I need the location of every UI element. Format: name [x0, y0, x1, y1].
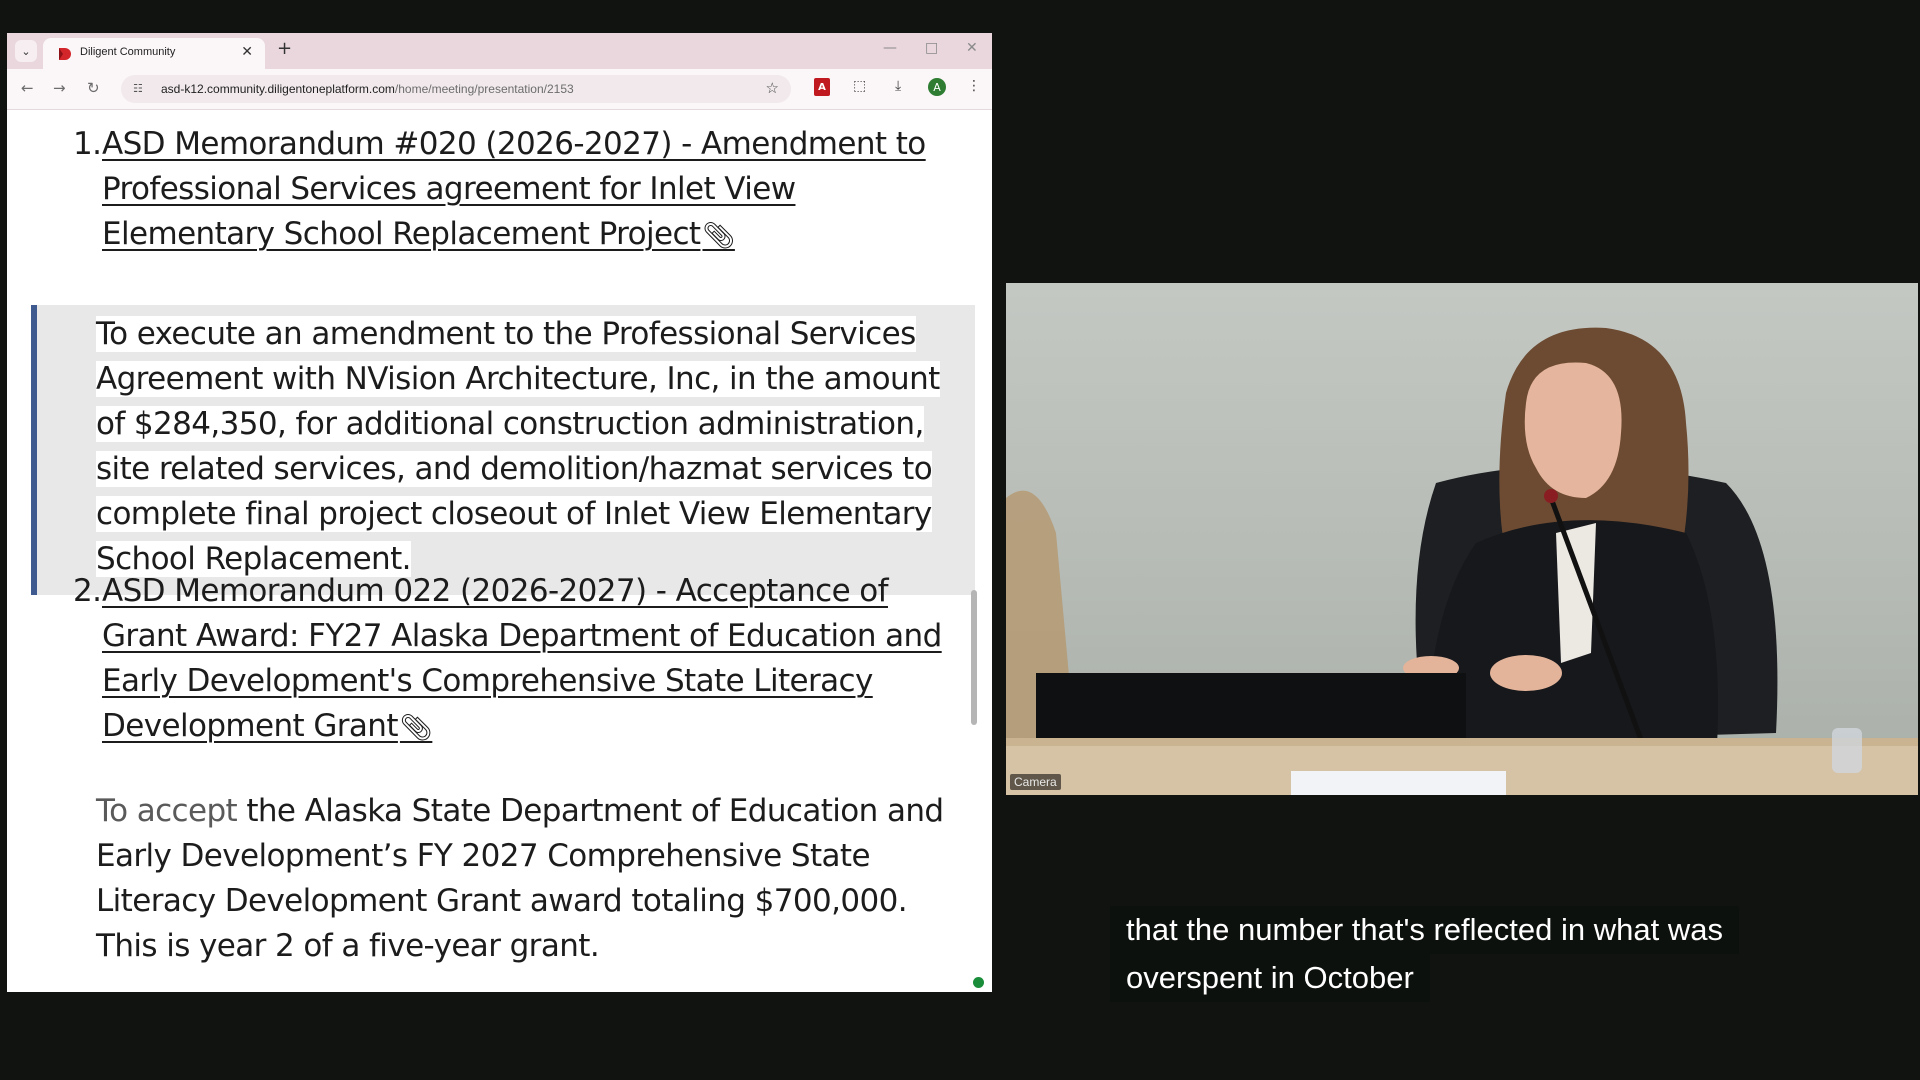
extensions-puzzle-icon[interactable]: ⬚ [853, 78, 866, 94]
connection-status-dot [973, 977, 984, 988]
diligent-logo-icon [59, 48, 71, 60]
forward-icon[interactable]: → [53, 79, 66, 97]
address-bar[interactable]: ☷ asd-k12.community.diligentoneplatform.… [121, 75, 791, 103]
live-caption: that the number that's reflected in what… [1110, 906, 1810, 1002]
agenda-document: 1. ASD Memorandum #020 (2026-2027) - Ame… [15, 122, 975, 992]
attachment-icon[interactable]: 📎︎ [400, 713, 433, 743]
browser-window: ⌄ Diligent Community ✕ + — □ ✕ ← → ↻ ☷ a… [7, 33, 992, 992]
window-close-icon[interactable]: ✕ [966, 40, 978, 56]
caption-line-1: that the number that's reflected in what… [1110, 906, 1739, 954]
reload-icon[interactable]: ↻ [87, 79, 100, 97]
item-2-title-link[interactable]: ASD Memorandum 022 (2026-2027) - Accepta… [102, 569, 952, 751]
browser-toolbar: ← → ↻ ☷ asd-k12.community.diligentonepla… [7, 69, 992, 110]
new-tab-icon[interactable]: + [277, 38, 292, 59]
speaker-video-frame [1006, 327, 1918, 795]
tab-close-icon[interactable]: ✕ [241, 44, 253, 60]
bookmark-star-icon[interactable]: ☆ [766, 79, 779, 97]
caption-line-2: overspent in October [1110, 954, 1430, 1002]
page-scrollbar[interactable] [971, 590, 977, 725]
item-1-title-link[interactable]: ASD Memorandum #020 (2026-2027) - Amendm… [102, 122, 952, 259]
item-2-description: To accept the Alaska State Department of… [96, 793, 944, 964]
tab-strip: ⌄ Diligent Community ✕ + — □ ✕ [7, 33, 992, 69]
profile-avatar[interactable]: A [928, 78, 946, 96]
pdf-extension-icon[interactable]: A [814, 78, 830, 96]
download-icon[interactable]: ⤓ [895, 78, 901, 94]
item-number: 2. [73, 573, 102, 609]
site-info-icon[interactable]: ☷ [133, 82, 143, 95]
menu-kebab-icon[interactable]: ⋮ [967, 78, 981, 94]
item-1-description: To execute an amendment to the Professio… [96, 316, 940, 577]
item-number: 1. [73, 126, 102, 162]
attachment-icon[interactable]: 📎︎ [702, 221, 735, 251]
tab-search-icon[interactable]: ⌄ [15, 40, 37, 62]
page-content: 1. ASD Memorandum #020 (2026-2027) - Ame… [7, 110, 992, 992]
minimize-icon[interactable]: — [883, 40, 897, 56]
maximize-icon[interactable]: □ [925, 40, 938, 56]
tab-diligent-community[interactable]: Diligent Community ✕ [43, 38, 265, 69]
camera-label: Camera [1010, 774, 1061, 790]
camera-feed: Camera [1006, 283, 1918, 795]
url-text[interactable]: asd-k12.community.diligentoneplatform.co… [161, 82, 574, 96]
tab-title: Diligent Community [80, 46, 176, 58]
back-icon[interactable]: ← [21, 79, 34, 97]
